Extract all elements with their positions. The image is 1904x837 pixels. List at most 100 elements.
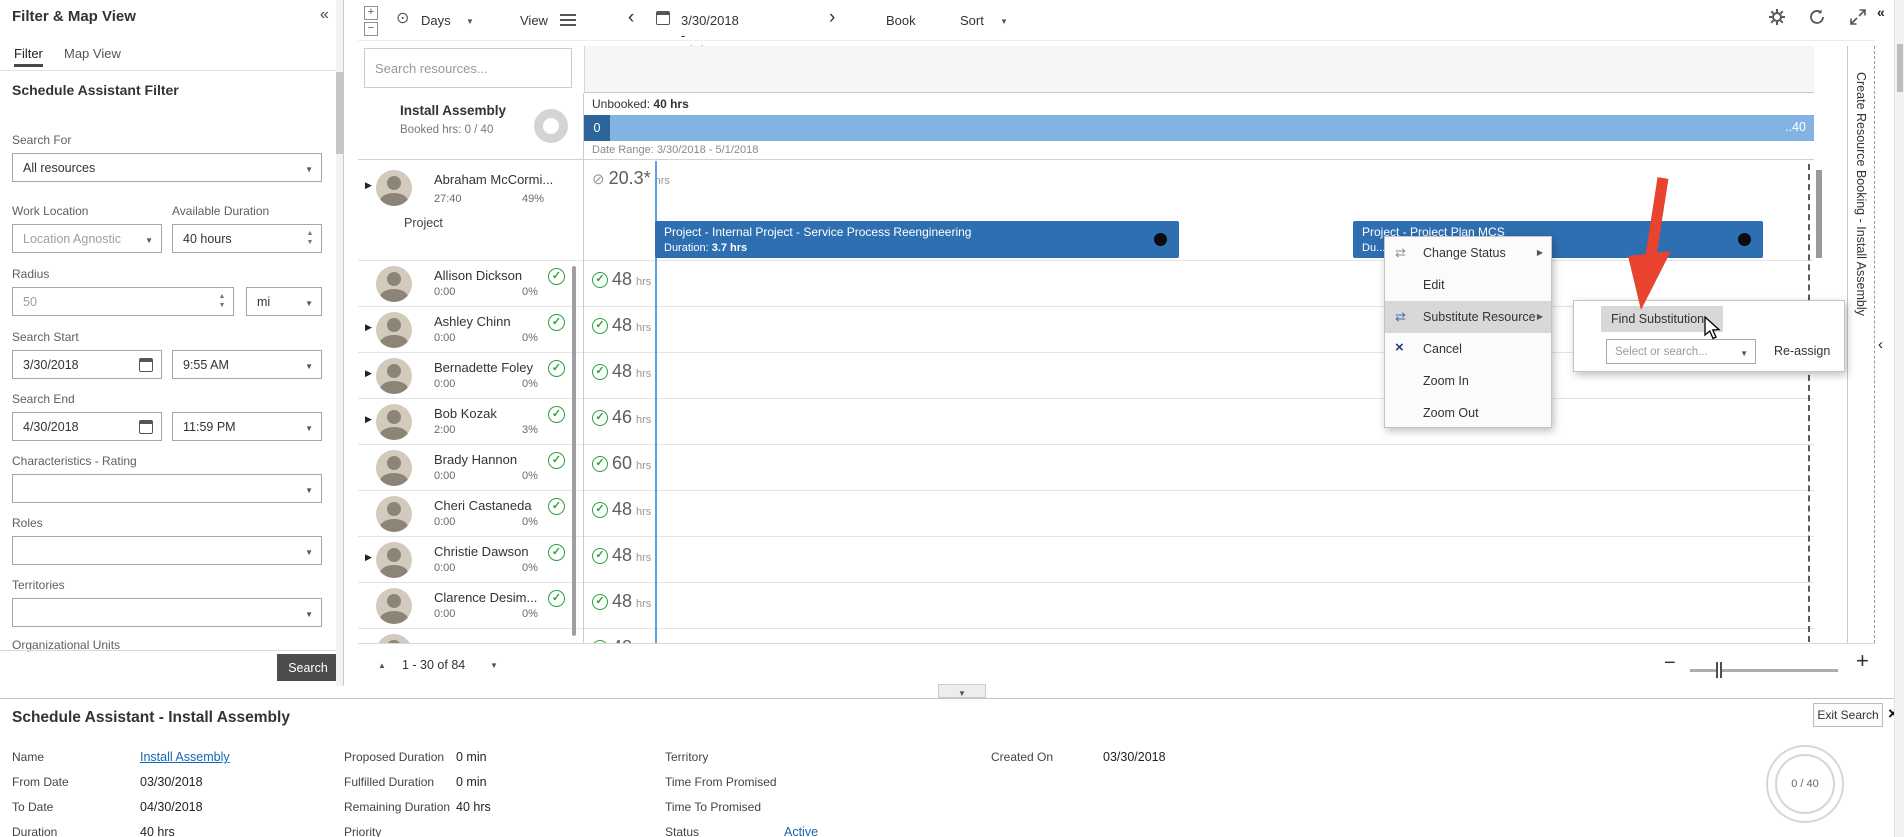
detail-value-link[interactable]: Install Assembly — [140, 750, 230, 764]
next-range-icon[interactable]: › — [829, 7, 835, 29]
expand-panel-icon[interactable]: ‹ — [1878, 336, 1883, 353]
create-resource-booking-panel[interactable]: Create Resource Booking - Install Assemb… — [1847, 46, 1875, 643]
resource-row[interactable]: Cheri Castaneda0:000%✓ — [358, 491, 584, 537]
resource-row[interactable]: ▶Bernadette Foley0:000%✓ — [358, 353, 584, 399]
requirement-card[interactable]: Install Assembly Booked hrs: 0 / 40 — [358, 93, 584, 160]
resource-name[interactable]: Clarence Desim... — [434, 590, 537, 605]
grid-scrollbar-thumb[interactable] — [1816, 170, 1822, 258]
book-button[interactable]: Book — [886, 13, 916, 28]
expand-caret-icon[interactable]: ▶ — [365, 368, 372, 379]
page-up-icon[interactable]: ▲ — [378, 661, 386, 670]
panel-collapse-icon[interactable]: « — [320, 6, 329, 24]
resource-schedule-row[interactable]: ✓48hrs — [584, 629, 1814, 643]
expand-caret-icon[interactable]: ▶ — [365, 180, 372, 191]
search-end-date-field[interactable]: 4/30/2018 — [12, 412, 162, 441]
bottom-panel-title: Schedule Assistant - Install Assembly — [12, 709, 290, 727]
context-menu-item[interactable]: ⇄Substitute Resource▶ — [1385, 301, 1551, 333]
booking-bar[interactable]: Project - Internal Project - Service Pro… — [655, 221, 1179, 258]
zoom-slider-handle[interactable] — [1716, 662, 1722, 678]
collapse-all-icon[interactable]: − — [364, 22, 378, 36]
prev-range-icon[interactable]: ‹ — [628, 7, 634, 29]
resource-name[interactable]: Bob Kozak — [434, 406, 497, 421]
fullscreen-icon[interactable] — [1849, 8, 1867, 26]
search-end-label: Search End — [12, 392, 75, 406]
resource-schedule-row[interactable]: ✓48hrs — [584, 537, 1814, 583]
resource-schedule-row[interactable]: ✓46hrs — [584, 399, 1814, 445]
expand-caret-icon[interactable]: ▶ — [365, 414, 372, 425]
zoom-in-button[interactable]: + — [1856, 648, 1869, 674]
stepper-arrows-icon[interactable]: ▲▼ — [217, 292, 227, 310]
resource-row[interactable]: ▶Christie Dawson0:000%✓ — [358, 537, 584, 583]
calendar-icon[interactable] — [139, 358, 153, 372]
requirement-select-ring[interactable] — [534, 109, 568, 143]
booking-status-dot-icon[interactable] — [1738, 233, 1751, 246]
radius-unit-select[interactable]: mi ▼ — [246, 287, 322, 316]
context-menu-item[interactable]: Zoom In — [1385, 365, 1551, 397]
territories-select[interactable]: ▼ — [12, 598, 322, 627]
resource-booked-time: 0:00 — [434, 378, 455, 390]
calendar-icon[interactable] — [656, 11, 670, 25]
expand-caret-icon[interactable]: ▶ — [365, 322, 372, 333]
booking-status-dot-icon[interactable] — [1154, 233, 1167, 246]
work-location-select[interactable]: Location Agnostic ▼ — [12, 224, 162, 253]
scale-select[interactable]: Days — [421, 13, 451, 28]
sort-select[interactable]: Sort — [960, 13, 984, 28]
tab-map-view[interactable]: Map View — [64, 46, 121, 61]
panel-scrollbar[interactable] — [336, 0, 343, 686]
resource-row[interactable]: Allison Dickson0:000%✓ — [358, 261, 584, 307]
settings-gear-icon[interactable] — [1768, 8, 1786, 26]
resource-list-scrollbar[interactable] — [572, 266, 576, 636]
context-menu-item[interactable]: Zoom Out — [1385, 397, 1551, 429]
resource-name[interactable]: Abraham McCormi... — [434, 172, 553, 187]
reassign-button[interactable]: Re-assign — [1774, 344, 1830, 358]
resource-name[interactable]: Ashley Chinn — [434, 314, 511, 329]
search-button[interactable]: Search — [277, 654, 339, 681]
resource-name[interactable]: Allison Dickson — [434, 268, 522, 283]
context-menu-item[interactable]: Edit — [1385, 269, 1551, 301]
resource-schedule-row[interactable]: ✓48hrs — [584, 491, 1814, 537]
tab-filter[interactable]: Filter — [14, 46, 43, 67]
page-scrollbar-thumb[interactable] — [1897, 44, 1903, 92]
search-for-select[interactable]: All resources ▼ — [12, 153, 322, 182]
resource-row[interactable]: ▶Bob Kozak2:003%✓ — [358, 399, 584, 445]
context-menu-item[interactable]: ⇄Change Status▶ — [1385, 237, 1551, 269]
unbooked-bar[interactable]: 0 ..40 — [584, 115, 1814, 141]
search-start-date-field[interactable]: 3/30/2018 — [12, 350, 162, 379]
roles-select[interactable]: ▼ — [12, 536, 322, 565]
resource-name[interactable]: Christie Dawson — [434, 544, 529, 559]
substitute-resource-select[interactable]: Select or search... ▼ — [1606, 339, 1756, 364]
page-down-icon[interactable]: ▼ — [490, 661, 498, 670]
search-end-time-select[interactable]: 11:59 PM ▼ — [172, 412, 322, 441]
resource-row[interactable]: ▶Abraham McCormi...27:4049%Project — [358, 160, 584, 261]
refresh-icon[interactable] — [1808, 8, 1826, 26]
available-duration-stepper[interactable]: 40 hours ▲▼ — [172, 224, 322, 253]
resource-avatar — [376, 170, 412, 206]
resource-name[interactable]: Cheri Castaneda — [434, 498, 532, 513]
resource-name[interactable]: Bernadette Foley — [434, 360, 533, 375]
radius-input[interactable]: 50 ▲▼ — [12, 287, 234, 316]
resource-row[interactable]: ▶Ashley Chinn0:000%✓ — [358, 307, 584, 353]
panel-scrollbar-thumb[interactable] — [336, 72, 343, 154]
page-scrollbar[interactable] — [1894, 0, 1904, 837]
detail-value-link[interactable]: Active — [784, 825, 818, 837]
list-view-icon[interactable] — [560, 14, 576, 26]
calendar-icon[interactable] — [139, 420, 153, 434]
page-collapse-icon[interactable]: « — [1877, 4, 1885, 20]
resource-row[interactable]: Clarence Desim...0:000%✓ — [358, 583, 584, 629]
resource-row[interactable]: Brady Hannon0:000%✓ — [358, 445, 584, 491]
search-start-time-select[interactable]: 9:55 AM ▼ — [172, 350, 322, 379]
resource-name[interactable]: Brady Hannon — [434, 452, 517, 467]
expand-caret-icon[interactable]: ▶ — [365, 552, 372, 563]
bottom-panel-collapse-tab[interactable]: ▼ — [938, 684, 986, 698]
exit-search-button[interactable]: Exit Search — [1813, 703, 1883, 727]
resource-schedule-row[interactable]: ✓48hrs — [584, 583, 1814, 629]
characteristics-select[interactable]: ▼ — [12, 474, 322, 503]
expand-all-icon[interactable]: + — [364, 6, 378, 20]
context-menu-item[interactable]: ×Cancel — [1385, 333, 1551, 365]
zoom-slider-track[interactable] — [1690, 669, 1838, 672]
zoom-out-button[interactable]: − — [1664, 652, 1676, 675]
resource-schedule-row[interactable]: ✓60hrs — [584, 445, 1814, 491]
stepper-arrows-icon[interactable]: ▲▼ — [305, 229, 315, 247]
resource-row[interactable] — [358, 629, 584, 643]
resource-search-input[interactable] — [364, 48, 572, 88]
